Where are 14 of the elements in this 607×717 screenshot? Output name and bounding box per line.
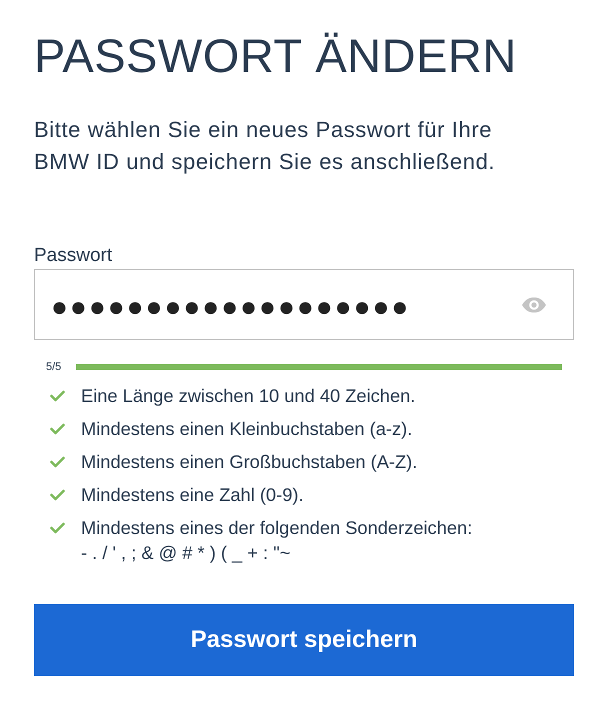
- password-value: ●●●●●●●●●●●●●●●●●●●: [51, 290, 410, 322]
- password-label: Passwort: [34, 244, 112, 268]
- requirement-text: Eine Länge zwischen 10 und 40 Zeichen.: [81, 384, 416, 408]
- requirement-text: Mindestens einen Kleinbuchstaben (a-z).: [81, 417, 412, 441]
- eye-icon[interactable]: [521, 296, 547, 312]
- save-password-button[interactable]: Passwort speichern: [34, 604, 574, 676]
- requirement-text: Mindestens eines der folgenden Sonderzeichen:: [81, 516, 472, 540]
- password-field[interactable]: ●●●●●●●●●●●●●●●●●●●: [34, 269, 574, 340]
- intro-text: Bitte wählen Sie ein neues Passwort für Ihre BMW ID und speichern Sie es anschließend.: [34, 116, 496, 176]
- requirement-text: Mindestens einen Großbuchstaben (A-Z).: [81, 450, 418, 474]
- special-characters-text: - . / ' , ; & @ # * ) ( _ + : "~: [81, 541, 292, 565]
- strength-score: 5/5: [46, 360, 62, 374]
- page-title: PASSWORT ÄNDERN: [34, 28, 517, 84]
- requirement-text: Mindestens eine Zahl (0-9).: [81, 483, 304, 507]
